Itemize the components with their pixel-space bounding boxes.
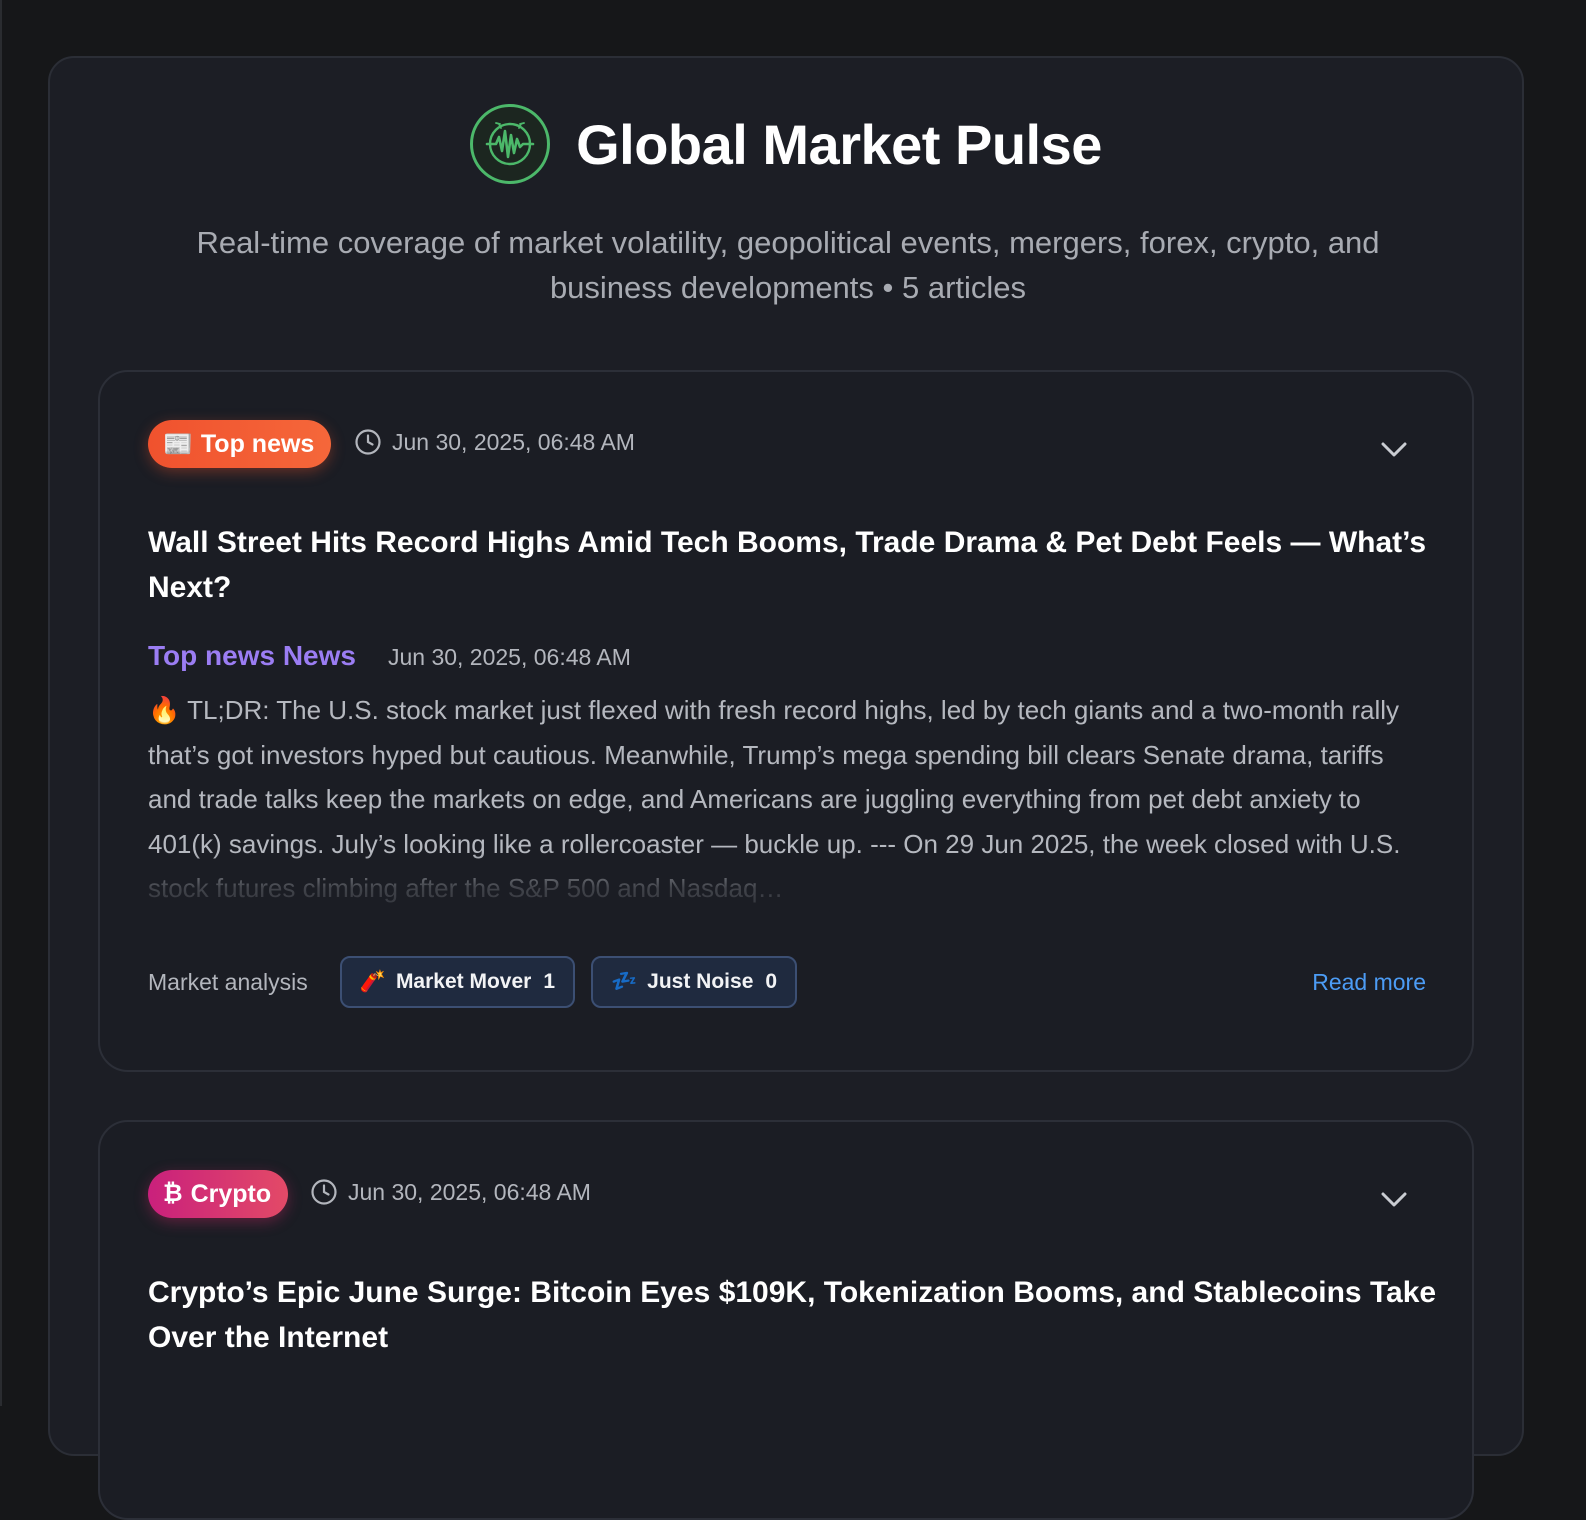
- article-source[interactable]: Top news News: [148, 640, 356, 672]
- news-feed-panel: Global Market Pulse Real-time coverage o…: [48, 56, 1524, 1520]
- article-footer: Market analysis 🧨 Market Mover 1 💤 Just …: [148, 956, 1426, 1008]
- article-card[interactable]: ₿ Crypto Jun 30, 2025, 06:48 AM Crypto’s…: [98, 1120, 1474, 1520]
- bitcoin-icon: ₿: [163, 1180, 183, 1207]
- chevron-down-icon[interactable]: [1380, 1190, 1408, 1210]
- chevron-down-icon[interactable]: [1380, 440, 1408, 460]
- read-more-link[interactable]: Read more: [1312, 969, 1426, 996]
- market-mover-label: Market Mover: [395, 970, 532, 993]
- category-label: Top news: [200, 429, 315, 458]
- page-title: Global Market Pulse: [576, 112, 1102, 176]
- just-noise-label: Just Noise: [647, 970, 754, 993]
- timestamp-text: Jun 30, 2025, 06:48 AM: [348, 1178, 591, 1205]
- article-summary: 🔥 TL;DR: The U.S. stock market just flex…: [148, 695, 1401, 903]
- clock-icon: [355, 429, 381, 455]
- just-noise-button[interactable]: 💤 Just Noise 0: [591, 956, 798, 1008]
- article-timestamp: Jun 30, 2025, 06:48 AM: [310, 1178, 591, 1206]
- category-badge[interactable]: ₿ Crypto: [148, 1170, 289, 1218]
- article-card[interactable]: 📰 Top news Jun 30, 2025, 06:48 AM Wall S…: [98, 370, 1474, 1072]
- pulse-logo-icon: [470, 104, 551, 184]
- article-meta: Top news News Jun 30, 2025, 06:48 AM: [148, 640, 631, 672]
- page-subtitle: Real-time coverage of market volatility,…: [196, 225, 1380, 305]
- article-source-date: Jun 30, 2025, 06:48 AM: [387, 644, 631, 670]
- window-edge: [0, 0, 2, 1406]
- category-label: Crypto: [190, 1179, 272, 1208]
- article-headline[interactable]: Crypto’s Epic June Surge: Bitcoin Eyes $…: [148, 1270, 1438, 1360]
- newspaper-icon: 📰: [163, 430, 193, 458]
- clock-icon: [311, 1179, 337, 1205]
- timestamp-text: Jun 30, 2025, 06:48 AM: [392, 428, 635, 455]
- category-badge[interactable]: 📰 Top news: [148, 420, 332, 468]
- article-headline[interactable]: Wall Street Hits Record Highs Amid Tech …: [148, 520, 1438, 610]
- market-mover-button[interactable]: 🧨 Market Mover 1: [339, 956, 576, 1008]
- page-header: Global Market Pulse: [50, 104, 1522, 184]
- article-timestamp: Jun 30, 2025, 06:48 AM: [354, 428, 635, 456]
- market-analysis-label: Market analysis: [148, 968, 308, 995]
- just-noise-count: 0: [765, 970, 778, 993]
- sleeping-zzz-icon: 💤: [611, 970, 638, 993]
- market-mover-count: 1: [543, 970, 556, 993]
- firecracker-icon: 🧨: [359, 970, 386, 993]
